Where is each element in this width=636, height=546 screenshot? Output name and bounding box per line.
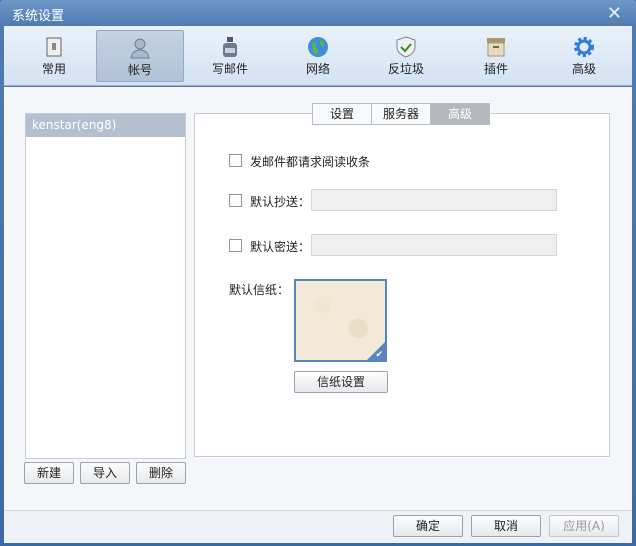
apply-button[interactable]: 应用(A) [549, 515, 619, 537]
content-area: kenstar(eng8) 新建 导入 删除 发邮件都请求阅读收条 默认抄送： … [4, 87, 632, 510]
toolbar-label: 网络 [305, 62, 330, 76]
cancel-button[interactable]: 取消 [471, 515, 541, 537]
toolbar-account[interactable]: 帐号 [96, 30, 184, 82]
default-bcc-input[interactable] [311, 234, 557, 256]
account-item[interactable]: kenstar(eng8) [26, 114, 185, 137]
footer: 确定 取消 应用(A) [4, 510, 632, 543]
settings-window: 系统设置 ✕ 常用 帐号 写邮件 网络 反垃圾 插件 高级 kenstar(en… [0, 0, 636, 546]
default-bcc-checkbox[interactable] [229, 239, 242, 252]
window-title: 系统设置 [12, 9, 65, 24]
toolbar-label: 插件 [483, 62, 508, 76]
globe-icon [308, 37, 328, 57]
toolbar: 常用 帐号 写邮件 网络 反垃圾 插件 高级 [4, 26, 632, 86]
toolbar-general[interactable]: 常用 [10, 30, 98, 82]
import-account-button[interactable]: 导入 [80, 462, 130, 484]
read-receipt-label: 发邮件都请求阅读收条 [250, 155, 371, 169]
check-icon: ✔ [375, 350, 383, 360]
delete-account-button[interactable]: 删除 [136, 462, 186, 484]
default-cc-label: 默认抄送： [250, 195, 311, 209]
toolbar-compose[interactable]: 写邮件 [186, 30, 274, 82]
account-settings-panel: 发邮件都请求阅读收条 默认抄送： 默认密送： 默认信纸： ✔ 信纸设置 [194, 113, 610, 457]
tab-server[interactable]: 服务器 [371, 103, 431, 125]
default-cc-input[interactable] [311, 189, 557, 211]
account-list[interactable]: kenstar(eng8) [25, 113, 186, 459]
stationery-preview[interactable]: ✔ [294, 279, 387, 362]
shield-icon [396, 36, 416, 58]
toolbar-label: 常用 [41, 62, 66, 76]
stationery-settings-button[interactable]: 信纸设置 [294, 371, 388, 393]
switch-icon [46, 37, 62, 57]
toolbar-advanced[interactable]: 高级 [540, 30, 628, 82]
toolbar-label: 帐号 [127, 63, 152, 77]
read-receipt-checkbox[interactable] [229, 154, 242, 167]
settings-tabs: 设置 服务器 高级 [312, 103, 490, 125]
default-stationery-label: 默认信纸： [229, 283, 290, 297]
ok-button[interactable]: 确定 [393, 515, 463, 537]
toolbar-label: 反垃圾 [387, 62, 424, 76]
default-cc-checkbox[interactable] [229, 194, 242, 207]
close-button[interactable]: ✕ [607, 3, 622, 24]
tab-advanced[interactable]: 高级 [430, 103, 490, 125]
tab-settings[interactable]: 设置 [312, 103, 372, 125]
toolbar-network[interactable]: 网络 [274, 30, 362, 82]
box-icon [487, 38, 505, 57]
user-icon [130, 38, 150, 59]
toolbar-antispam[interactable]: 反垃圾 [362, 30, 450, 82]
ink-bottle-icon [223, 37, 237, 57]
toolbar-label: 写邮件 [211, 62, 248, 76]
gear-icon [574, 37, 594, 57]
new-account-button[interactable]: 新建 [24, 462, 74, 484]
default-bcc-label: 默认密送： [250, 240, 311, 254]
toolbar-plugins[interactable]: 插件 [452, 30, 540, 82]
toolbar-label: 高级 [571, 62, 596, 76]
